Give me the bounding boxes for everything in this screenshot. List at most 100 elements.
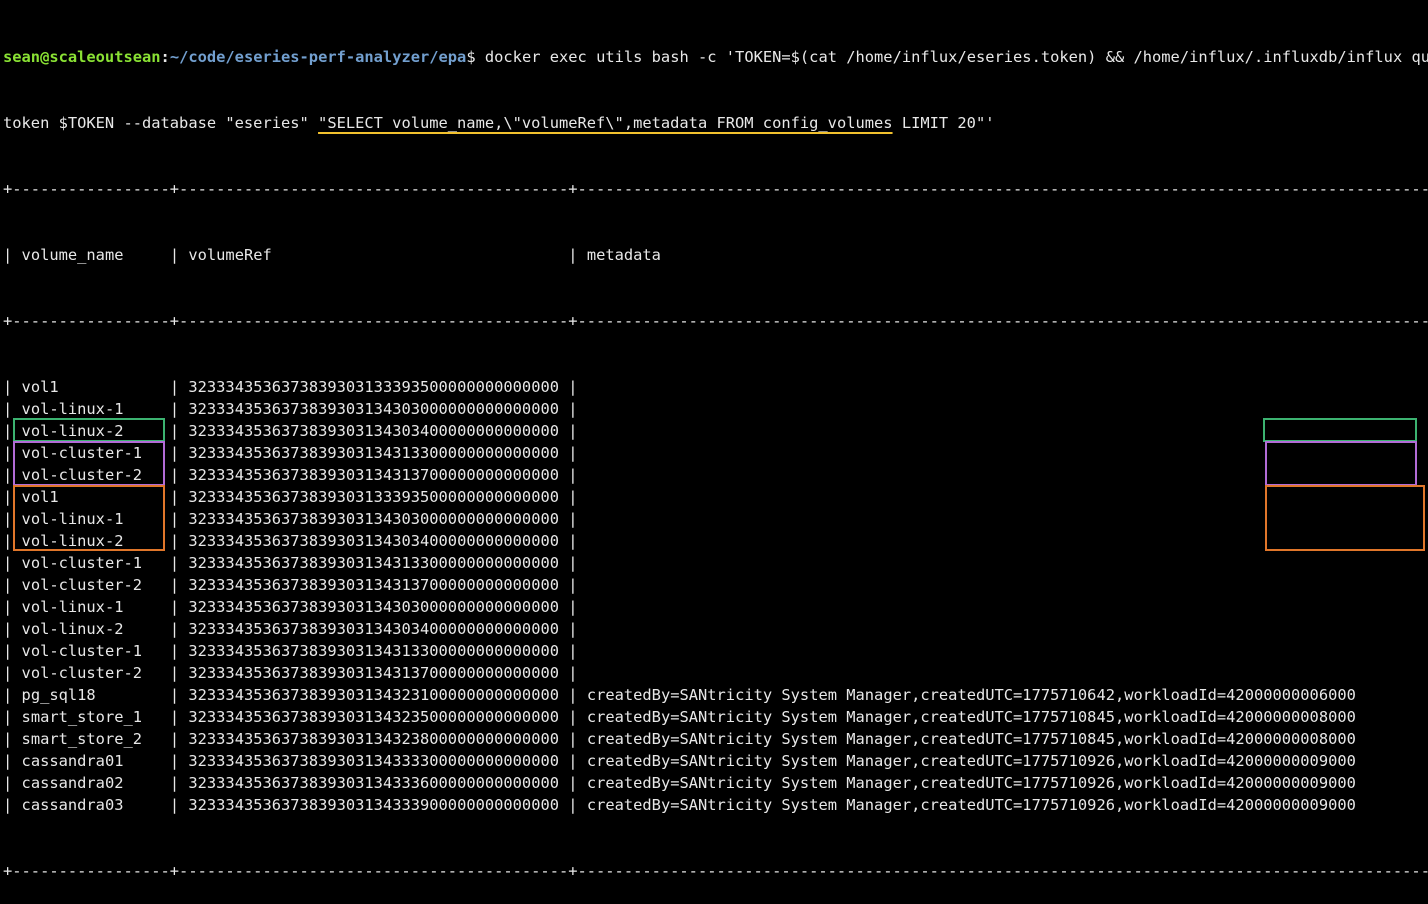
table-row: | vol-linux-1 | 323334353637383930313430…	[3, 398, 1428, 420]
table-row: | vol-cluster-2 | 3233343536373839303134…	[3, 574, 1428, 596]
prompt-colon: :	[160, 48, 170, 66]
cell-volume-name: vol-linux-2	[21, 620, 170, 638]
cell-volumeref: 3233343536373839303134323100000000000000	[188, 686, 569, 704]
column-separator: |	[169, 774, 189, 792]
table-row: | vol1 | 3233343536373839303133393500000…	[3, 376, 1428, 398]
column-separator: |	[3, 686, 22, 704]
column-separator: |	[3, 642, 22, 660]
command-text-line2-pre: token $TOKEN --database "eseries"	[3, 114, 319, 132]
prompt-path: ~/code/eseries-perf-analyzer/epa	[169, 48, 467, 66]
table-row: | vol-cluster-2 | 3233343536373839303134…	[3, 464, 1428, 486]
cell-volume-name: cassandra03	[21, 796, 170, 814]
cell-volumeref: 3233343536373839303134303400000000000000	[188, 422, 569, 440]
column-separator: |	[169, 752, 189, 770]
cell-volume-name: vol-cluster-1	[21, 444, 170, 462]
cell-volume-name: smart_store_1	[21, 708, 170, 726]
cell-volume-name: vol-cluster-1	[21, 554, 170, 572]
table-row: | cassandra02 | 323334353637383930313433…	[3, 772, 1428, 794]
table-row: | pg_sql18 | 323334353637383930313432310…	[3, 684, 1428, 706]
column-separator: |	[3, 422, 22, 440]
column-separator: |	[3, 620, 22, 638]
cell-metadata: createdBy=SANtricity System Manager,crea…	[586, 708, 1356, 726]
header-volume-name: volume_name	[21, 246, 170, 264]
cell-volumeref: 3233343536373839303134333300000000000000	[188, 752, 569, 770]
column-separator: |	[568, 422, 587, 440]
column-separator: |	[568, 598, 587, 616]
column-separator: |	[169, 796, 189, 814]
column-separator: |	[568, 532, 587, 550]
column-separator: |	[169, 246, 189, 264]
prompt-dollar: $	[466, 48, 476, 66]
column-separator: |	[568, 730, 587, 748]
cell-volume-name: pg_sql18	[21, 686, 170, 704]
table-body: | vol1 | 3233343536373839303133393500000…	[3, 376, 1428, 816]
column-separator: |	[169, 686, 189, 704]
column-separator: |	[568, 510, 587, 528]
command-continuation-line: token $TOKEN --database "eseries" "SELEC…	[3, 112, 1428, 134]
cell-volume-name: smart_store_2	[21, 730, 170, 748]
column-separator: |	[3, 598, 22, 616]
cell-metadata: createdBy=SANtricity System Manager,crea…	[586, 686, 1356, 704]
cell-volumeref: 3233343536373839303134313700000000000000	[188, 466, 569, 484]
column-separator: |	[169, 510, 189, 528]
table-row: | smart_store_1 | 3233343536373839303134…	[3, 706, 1428, 728]
column-separator: |	[568, 620, 587, 638]
column-separator: |	[169, 708, 189, 726]
column-separator: |	[169, 422, 189, 440]
cell-volumeref: 3233343536373839303134333600000000000000	[188, 774, 569, 792]
cell-volumeref: 3233343536373839303134303000000000000000	[188, 510, 569, 528]
cell-volumeref: 3233343536373839303134313300000000000000	[188, 642, 569, 660]
table-row: | vol-linux-1 | 323334353637383930313430…	[3, 596, 1428, 618]
cell-volume-name: vol-cluster-2	[21, 664, 170, 682]
cell-volumeref: 3233343536373839303133393500000000000000	[188, 378, 569, 396]
table-row: | smart_store_2 | 3233343536373839303134…	[3, 728, 1428, 750]
column-separator: |	[3, 796, 22, 814]
column-separator: |	[169, 532, 189, 550]
cell-volume-name: vol-linux-1	[21, 598, 170, 616]
cell-volume-name: cassandra01	[21, 752, 170, 770]
cell-volume-name: vol-linux-1	[21, 400, 170, 418]
column-separator: |	[3, 576, 22, 594]
table-row: | vol-cluster-1 | 3233343536373839303134…	[3, 442, 1428, 464]
column-separator: |	[3, 510, 22, 528]
column-separator: |	[568, 708, 587, 726]
column-separator: |	[568, 686, 587, 704]
cell-volumeref: 3233343536373839303133393500000000000000	[188, 488, 569, 506]
command-text-line2-post: LIMIT 20"'	[892, 114, 995, 132]
table-row: | vol-linux-1 | 323334353637383930313430…	[3, 508, 1428, 530]
column-separator: |	[3, 246, 22, 264]
table-row: | vol-linux-2 | 323334353637383930313430…	[3, 618, 1428, 640]
terminal[interactable]: sean@scaleoutsean:~/code/eseries-perf-an…	[3, 2, 1428, 904]
column-separator: |	[169, 730, 189, 748]
column-separator: |	[3, 554, 22, 572]
table-border-top: +-----------------+---------------------…	[3, 180, 1428, 198]
cell-volumeref: 3233343536373839303134313700000000000000	[188, 576, 569, 594]
table-row: | cassandra01 | 323334353637383930313433…	[3, 750, 1428, 772]
column-separator: |	[3, 730, 22, 748]
cell-metadata: createdBy=SANtricity System Manager,crea…	[586, 796, 1356, 814]
column-separator: |	[568, 752, 587, 770]
column-separator: |	[169, 466, 189, 484]
column-separator: |	[3, 708, 22, 726]
cell-volumeref: 3233343536373839303134323800000000000000	[188, 730, 569, 748]
column-separator: |	[568, 576, 587, 594]
column-separator: |	[169, 554, 189, 572]
column-separator: |	[3, 752, 22, 770]
column-separator: |	[3, 774, 22, 792]
cell-volume-name: vol-cluster-2	[21, 576, 170, 594]
table-row: | vol-linux-2 | 323334353637383930313430…	[3, 530, 1428, 552]
column-separator: |	[169, 642, 189, 660]
cell-volume-name: vol-linux-2	[21, 532, 170, 550]
cell-volume-name: vol-linux-2	[21, 422, 170, 440]
column-separator: |	[3, 532, 22, 550]
command-sql-highlight: "SELECT volume_name,\"volumeRef\",metada…	[318, 114, 893, 132]
column-separator: |	[568, 378, 587, 396]
column-separator: |	[3, 488, 22, 506]
column-separator: |	[169, 664, 189, 682]
table-row: | vol-cluster-2 | 3233343536373839303134…	[3, 662, 1428, 684]
header-metadata: metadata	[586, 246, 661, 264]
prompt-line: sean@scaleoutsean:~/code/eseries-perf-an…	[3, 46, 1428, 68]
column-separator: |	[568, 246, 587, 264]
column-separator: |	[568, 796, 587, 814]
cell-metadata: createdBy=SANtricity System Manager,crea…	[586, 752, 1356, 770]
